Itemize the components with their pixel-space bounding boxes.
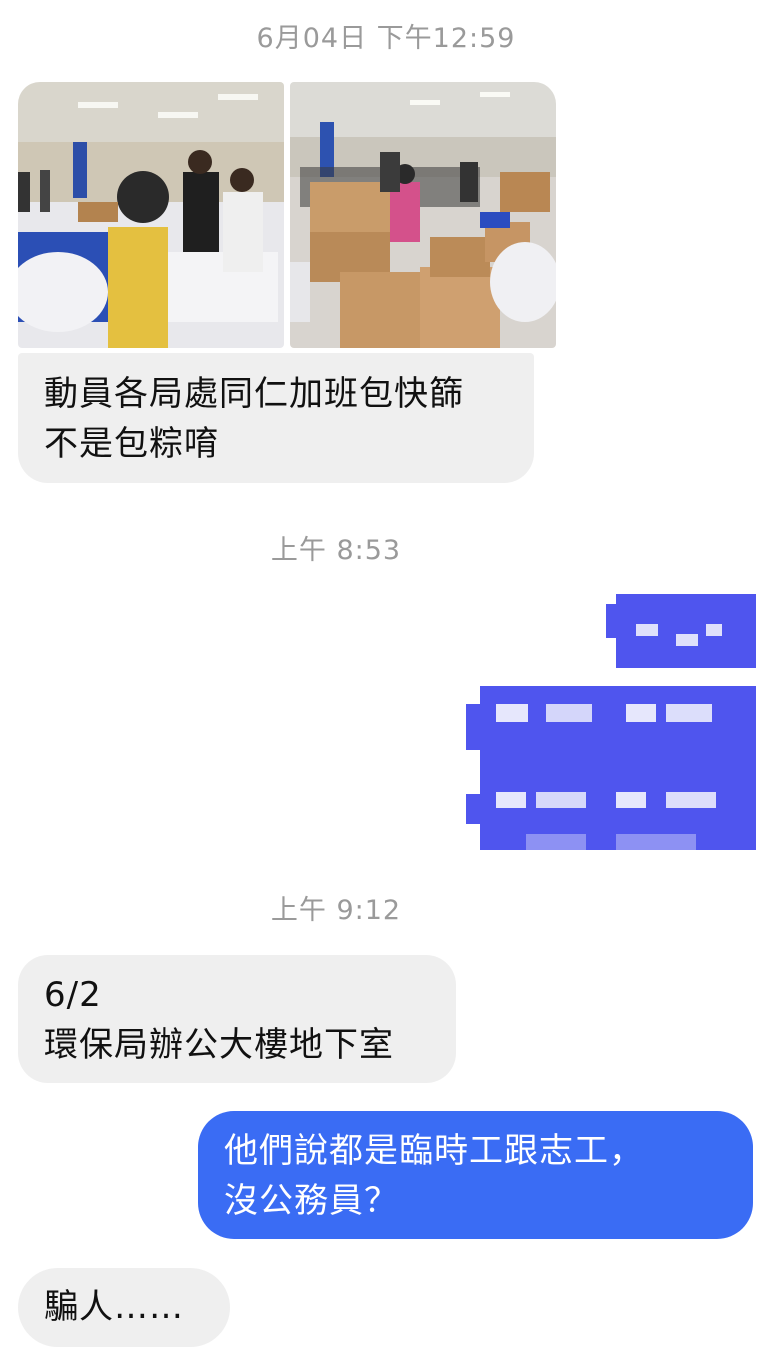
message-incoming-3[interactable]: 騙人……: [18, 1268, 230, 1347]
message-incoming-2[interactable]: 6/2 環保局辦公大樓地下室: [18, 955, 456, 1083]
chat-screen: 6月04日 下午12:59 動員各局處同仁加班包快篩 不是包粽唷 上午 8:53…: [0, 0, 772, 1354]
timestamp: 上午 8:53: [270, 535, 402, 566]
message-incoming-1[interactable]: 動員各局處同仁加班包快篩 不是包粽唷: [18, 353, 534, 483]
message-outgoing-1[interactable]: 他們說都是臨時工跟志工， 沒公務員？: [198, 1111, 753, 1239]
photo-volunteers-packing[interactable]: [18, 82, 284, 348]
timestamp: 上午 9:12: [270, 895, 402, 926]
timestamp: 6月04日 下午12:59: [256, 23, 516, 54]
censored-sticker[interactable]: [466, 594, 756, 850]
photo-boxes-hall[interactable]: [290, 82, 556, 348]
